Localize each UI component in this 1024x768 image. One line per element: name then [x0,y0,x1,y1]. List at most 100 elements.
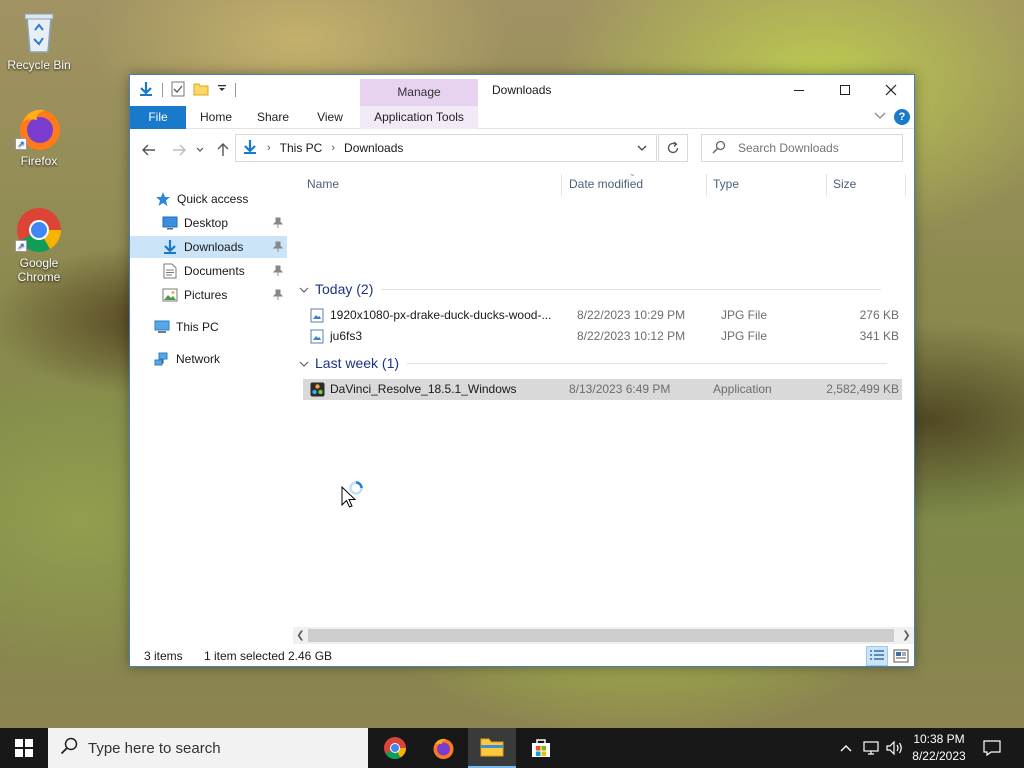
file-list-body: Today (2) 1920x1080-px-drake-duck-ducks-… [295,170,910,630]
file-name: 1920x1080-px-drake-duck-ducks-wood-... [330,308,552,322]
taskbar-microsoft-store[interactable] [517,728,565,768]
expand-ribbon-chevron-icon[interactable] [874,110,886,124]
group-label: Today (2) [315,281,374,297]
horizontal-scrollbar[interactable]: ❮ ❯ [293,627,914,644]
large-icons-view-button[interactable] [890,646,912,666]
tab-file[interactable]: File [130,106,186,129]
window-controls [776,75,914,105]
pin-icon[interactable] [272,241,284,256]
desktop-icon-chrome[interactable]: ↗ Google Chrome [4,206,74,284]
scroll-right-arrow-icon[interactable]: ❯ [900,629,913,642]
start-button[interactable] [0,728,48,768]
status-bar: 3 items 1 item selected 2.46 GB [130,645,914,667]
desktop-icon-firefox[interactable]: ↗ Firefox [4,104,74,168]
selection-size: 2.46 GB [288,649,333,663]
tab-share[interactable]: Share [248,106,298,129]
search-box[interactable] [701,134,903,162]
collapse-chevron-icon[interactable] [299,355,309,371]
pin-icon[interactable] [272,289,284,304]
chrome-icon [384,737,406,759]
nav-item-label: This PC [176,320,219,334]
minimize-button[interactable] [776,75,822,105]
new-folder-icon[interactable] [193,81,209,100]
shortcut-arrow-icon: ↗ [15,240,27,252]
taskbar-firefox[interactable] [419,728,467,768]
nav-item-downloads[interactable]: Downloads [130,236,287,258]
tab-view[interactable]: View [306,106,354,129]
selection-count: 1 item selected [204,649,285,663]
window-title: Downloads [492,83,552,97]
breadcrumb-downloads[interactable]: Downloads [344,141,403,155]
close-button[interactable] [868,75,914,105]
file-name: DaVinci_Resolve_18.5.1_Windows [330,382,517,396]
network-icon [154,351,170,367]
nav-item-pictures[interactable]: Pictures [130,284,287,306]
tab-home[interactable]: Home [192,106,240,129]
group-header-today[interactable]: Today (2) [295,278,910,300]
tab-manage[interactable]: Manage [360,79,478,106]
collapse-chevron-icon[interactable] [299,281,309,297]
network-status-icon[interactable] [860,728,882,768]
navigation-pane: Quick access Desktop Downloads Documents… [130,170,293,640]
file-row[interactable]: DaVinci_Resolve_18.5.1_Windows 8/13/2023… [303,379,902,400]
taskbar-search-box[interactable]: Type here to search [48,728,368,768]
nav-item-quick-access[interactable]: Quick access [130,188,287,210]
file-type: JPG File [721,329,768,343]
maximize-button[interactable] [822,75,868,105]
file-size: 276 KB [859,308,899,322]
taskbar-chrome[interactable] [371,728,419,768]
file-date: 8/22/2023 10:29 PM [577,308,686,322]
scrollbar-thumb[interactable] [308,629,894,642]
forward-button[interactable] [170,141,188,159]
search-input[interactable] [736,140,896,156]
downloads-arrow-icon [138,81,154,100]
image-file-icon [310,329,324,344]
address-history-chevron-icon[interactable] [628,135,656,161]
customize-toolbar-chevron-icon[interactable] [217,83,227,97]
desktop-icon-label: Google Chrome [4,256,74,284]
tab-application-tools[interactable]: Application Tools [360,106,478,129]
recent-locations-chevron-icon[interactable] [194,141,206,159]
breadcrumb-this-pc[interactable]: This PC [280,141,323,155]
pin-icon[interactable] [272,217,284,232]
taskbar-file-explorer[interactable] [468,728,516,768]
downloads-arrow-icon [242,139,258,158]
star-icon [155,191,171,207]
taskbar-search-placeholder: Type here to search [88,739,221,757]
file-row[interactable]: 1920x1080-px-drake-duck-ducks-wood-... 8… [303,305,902,326]
firefox-icon [433,738,454,759]
scroll-left-arrow-icon[interactable]: ❮ [294,629,307,642]
notifications-icon[interactable] [978,728,1006,768]
show-hidden-icons-chevron-icon[interactable] [836,728,856,768]
breadcrumb-chevron-icon[interactable]: › [331,142,335,154]
image-file-icon [310,308,324,323]
nav-item-desktop[interactable]: Desktop [130,212,287,234]
toolbar-separator [162,83,163,97]
address-bar[interactable]: › This PC › Downloads [235,134,657,162]
up-button[interactable] [214,141,232,159]
search-icon [712,140,726,157]
file-row[interactable]: ju6fs3 8/22/2023 10:12 PM JPG File 341 K… [303,326,902,347]
group-header-last-week[interactable]: Last week (1) [295,352,910,374]
pin-icon[interactable] [272,265,284,280]
details-view-button[interactable] [866,646,888,666]
refresh-button[interactable] [658,134,688,162]
back-button[interactable] [140,141,158,159]
title-bar[interactable]: Manage Downloads [130,75,914,106]
help-icon[interactable]: ? [894,109,910,125]
ribbon-right-controls: ? [874,109,910,125]
taskbar: Type here to search 10:38 PM 8/22/2023 [0,728,1024,768]
firefox-icon: ↗ [15,104,63,152]
file-size: 2,582,499 KB [826,382,899,396]
clock-time: 10:38 PM [913,732,965,746]
taskbar-clock[interactable]: 10:38 PM 8/22/2023 [900,731,978,765]
desktop-icon-recycle-bin[interactable]: Recycle Bin [4,8,74,72]
breadcrumb-chevron-icon[interactable]: › [267,142,271,154]
group-label: Last week (1) [315,355,400,371]
properties-icon[interactable] [171,81,185,100]
nav-item-documents[interactable]: Documents [130,260,287,282]
nav-item-network[interactable]: Network [130,348,287,370]
nav-item-this-pc[interactable]: This PC [130,316,287,338]
file-explorer-icon [480,738,504,757]
desktop-icon-label-text: Google Chrome [17,256,61,284]
